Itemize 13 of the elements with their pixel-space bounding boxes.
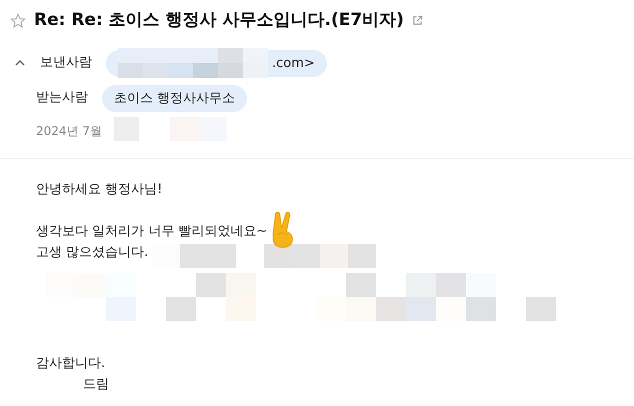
body-text: 생각보다 일처리가 너무 빨리되었네요~ (36, 222, 268, 240)
closing-text: 감사합니다. (36, 356, 106, 370)
recipient-chip[interactable]: 초이스 행정사사무소 (102, 84, 248, 112)
email-subject: Re: Re: 초이스 행정사 사무소입니다.(E7비자) (34, 9, 404, 32)
external-link-icon[interactable] (412, 15, 423, 26)
signature-text: 드림 (83, 376, 109, 392)
star-icon[interactable] (10, 12, 26, 29)
sender-chip[interactable]: .com> (106, 50, 327, 76)
sent-date: 2024년 7월 (36, 122, 102, 140)
body-text: 안녕하세요 행정사님! (36, 180, 162, 198)
recipient-label: 받는사람 (36, 89, 89, 108)
sender-label: 보낸사람 (40, 54, 93, 72)
body-text: 고생 많으셨습니다. (36, 244, 148, 262)
